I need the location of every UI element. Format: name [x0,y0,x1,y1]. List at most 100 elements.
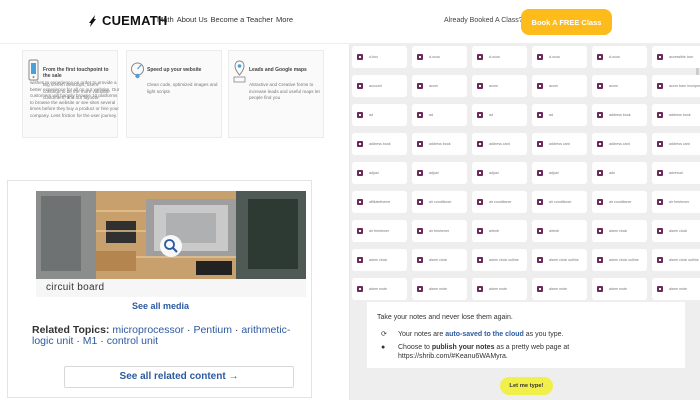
icon-tile[interactable]: alarm mute [472,278,527,300]
already-booked-link[interactable]: Already Booked A Class? [444,17,523,24]
icon-tile[interactable]: acorn barn incorporated [652,75,700,97]
icon-tile[interactable]: air freshener [652,191,700,213]
icon-tile[interactable]: airbnb [532,220,587,242]
icon-tile[interactable]: alarm mute [592,278,647,300]
icon-tile[interactable]: acorn [412,75,467,97]
icon-tile-label: air conditioner [609,200,632,204]
icon-tile[interactable]: adversal [652,162,700,184]
icon-tile-label: adversal [669,171,683,175]
icon-tile-label: acorn [429,84,438,88]
icon-tile[interactable]: d-ocus [472,46,527,68]
icon-tile[interactable]: alarm clock outline [472,249,527,271]
icon-tile[interactable]: alarm clock [592,220,647,242]
icon-tile[interactable]: acorn [532,75,587,97]
alarm-mute-icon [415,284,425,294]
icon-tile[interactable]: alarm mute [652,278,700,300]
icon-tile[interactable]: alarm clock outline [532,249,587,271]
icon-tile[interactable]: address card [532,133,587,155]
icon-tile[interactable]: d-box [352,46,407,68]
icon-tile[interactable]: air freshener [352,220,407,242]
alarm-mute-icon [655,284,665,294]
air-conditioner-icon [475,197,485,207]
icon-tile-label: adjust [369,171,379,175]
icon-tile[interactable]: acorn [592,75,647,97]
address-card-icon [595,139,605,149]
circuit-board-image[interactable] [36,191,306,279]
adversal-icon [655,168,665,178]
topic-m1[interactable]: M1 [83,335,98,347]
feature-title: From the first touchpoint to the sale [43,67,109,79]
icon-tile[interactable]: air freshener [412,220,467,242]
nav-math[interactable]: Math [157,15,174,24]
ad-icon [535,110,545,120]
icon-tile[interactable]: alarm mute [352,278,407,300]
icon-tile[interactable]: alarm clock outline [592,249,647,271]
icon-tile[interactable]: address card [592,133,647,155]
let-me-type-button[interactable]: Let me type! [500,377,553,395]
icon-tile[interactable]: address card [652,133,700,155]
icon-tile-label: d-ocus [489,55,500,59]
icon-tile[interactable]: ad [532,104,587,126]
icon-tile[interactable]: d-ocus [592,46,647,68]
icon-tile-label: acorn [549,84,558,88]
icon-tile[interactable]: airbnb [472,220,527,242]
icon-tile[interactable]: address card [472,133,527,155]
nav-about-us[interactable]: About Us [177,15,208,24]
nav-more[interactable]: More [276,15,293,24]
icon-tile[interactable]: alarm clock [412,249,467,271]
address-book-icon [595,110,605,120]
icon-tile[interactable]: address book [652,104,700,126]
feature-desc: Clean code, optimized images and light s… [147,82,218,94]
icon-tile[interactable]: acorn [472,75,527,97]
icon-tile[interactable]: air conditioner [592,191,647,213]
icon-tile[interactable]: address book [412,133,467,155]
acorn-icon [475,81,485,91]
icon-tile[interactable]: account [352,75,407,97]
nav-become-teacher[interactable]: Become a Teacher [211,15,273,24]
icon-tile[interactable]: adjust [412,162,467,184]
icon-tile-label: acorn [489,84,498,88]
accessible-icon [655,52,665,62]
icon-tile[interactable]: alarm clock outline [652,249,700,271]
top-header: CUEMATH Math About Us Become a Teacher M… [0,0,700,44]
icon-tile[interactable]: address book [592,104,647,126]
see-all-related-button[interactable]: See all related content → [64,366,294,388]
icon-tile[interactable]: alarm mute [412,278,467,300]
icon-tile[interactable]: ad [352,104,407,126]
zoom-icon[interactable] [162,237,180,255]
topic-control-unit[interactable]: control unit [107,335,158,347]
icon-tile-label: acorn [609,84,618,88]
icon-tile[interactable]: air conditioner [472,191,527,213]
icon-tile[interactable]: adjust [352,162,407,184]
icon-tile[interactable]: affiliatetheme [352,191,407,213]
icon-tile[interactable]: address book [352,133,407,155]
icon-tile[interactable]: d-ocus [532,46,587,68]
account-icon [355,81,365,91]
icon-tile[interactable]: adjust [472,162,527,184]
icon-tile[interactable]: d-ocus [412,46,467,68]
icon-tile[interactable]: accessible icon [652,46,700,68]
topic-pentium[interactable]: Pentium [193,324,232,336]
cuemath-logo[interactable]: CUEMATH [86,13,167,28]
icon-tile-label: alarm clock [369,258,388,262]
book-free-class-button[interactable]: Book A FREE Class [521,9,612,35]
alarm-clock-icon [655,255,665,265]
publish-url[interactable]: https://shrib.com/#Keanu6WAMyra. [398,353,508,360]
adjust-icon [475,168,485,178]
icon-tile[interactable]: alarm clock [652,220,700,242]
icon-tile[interactable]: air conditioner [532,191,587,213]
icon-tile[interactable]: adn [592,162,647,184]
speed-gauge-icon [131,62,144,79]
icon-tile-label: alarm mute [369,287,387,291]
icon-tile[interactable]: ad [412,104,467,126]
icon-tile-label: address book [429,142,451,146]
media-card: circuit board See all media Related Topi… [7,180,312,398]
sync-icon: ⟳ [381,331,387,338]
affiliatetheme-icon [355,197,365,207]
icon-tile[interactable]: alarm clock [352,249,407,271]
icon-tile[interactable]: air conditioner [412,191,467,213]
icon-tile[interactable]: adjust [532,162,587,184]
see-all-media-link[interactable]: See all media [8,301,313,311]
icon-tile[interactable]: alarm mute [532,278,587,300]
icon-tile[interactable]: ad [472,104,527,126]
